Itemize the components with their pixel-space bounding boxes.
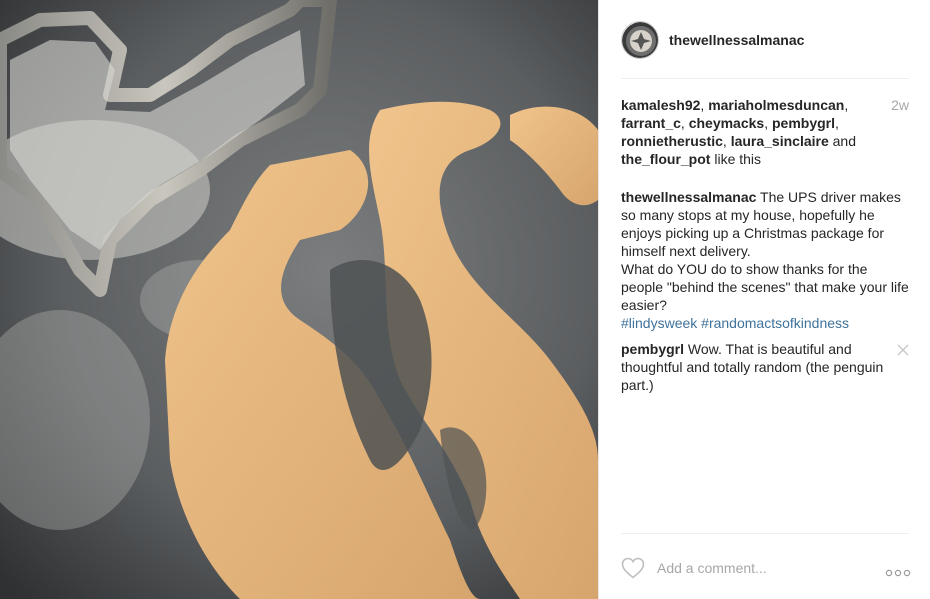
like-username[interactable]: cheymacks	[689, 115, 765, 131]
like-username[interactable]: kamalesh92	[621, 97, 700, 113]
like-username[interactable]: ronnietherustic	[621, 133, 723, 149]
header-divider	[621, 78, 909, 79]
post-caption: thewellnessalmanac The UPS driver makes …	[621, 188, 909, 332]
post-photo[interactable]	[0, 0, 598, 599]
heart-outline-icon[interactable]	[621, 557, 645, 579]
likes-separator: ,	[680, 115, 689, 131]
likes-separator: ,	[835, 115, 839, 131]
hashtags: #lindysweek #randomactsofkindness	[621, 315, 849, 331]
post-body: 2w kamalesh92, mariaholmesduncan, farran…	[621, 96, 909, 394]
comment-footer	[621, 554, 911, 582]
likes-separator: ,	[764, 115, 772, 131]
like-username[interactable]: the_flour_pot	[621, 151, 710, 167]
like-username[interactable]: mariaholmesduncan	[708, 97, 844, 113]
comment-author[interactable]: pembygrl	[621, 341, 684, 357]
add-comment-input[interactable]	[657, 560, 885, 576]
post-details-panel: thewellnessalmanac 2w kamalesh92, mariah…	[598, 0, 930, 599]
hashtag-link[interactable]: #randomactsofkindness	[701, 315, 849, 331]
post-age[interactable]: 2w	[891, 96, 909, 114]
caption-question: What do YOU do to show thanks for the pe…	[621, 261, 909, 313]
author-username[interactable]: thewellnessalmanac	[669, 32, 804, 48]
likes-separator: ,	[844, 97, 849, 113]
hashtag-link[interactable]: #lindysweek	[621, 315, 697, 331]
like-username[interactable]: farrant_c	[621, 115, 681, 131]
footer-divider	[621, 533, 909, 534]
likes-separator: and	[828, 133, 856, 149]
author-avatar[interactable]	[621, 21, 659, 59]
caption-author[interactable]: thewellnessalmanac	[621, 189, 756, 205]
more-options-icon[interactable]	[885, 564, 911, 577]
close-icon[interactable]	[897, 342, 909, 356]
likes-separator: ,	[722, 133, 731, 149]
post-header: thewellnessalmanac	[621, 18, 909, 62]
cookie-dough-photo	[0, 0, 598, 599]
like-username[interactable]: pembygrl	[772, 115, 835, 131]
likes-suffix: like this	[710, 151, 762, 167]
wellness-almanac-logo	[622, 22, 658, 58]
comment-item: pembygrl Wow. That is beautiful and thou…	[621, 340, 909, 394]
likes-list: kamalesh92, mariaholmesduncan, farrant_c…	[621, 96, 871, 168]
like-username[interactable]: laura_sinclaire	[731, 133, 829, 149]
